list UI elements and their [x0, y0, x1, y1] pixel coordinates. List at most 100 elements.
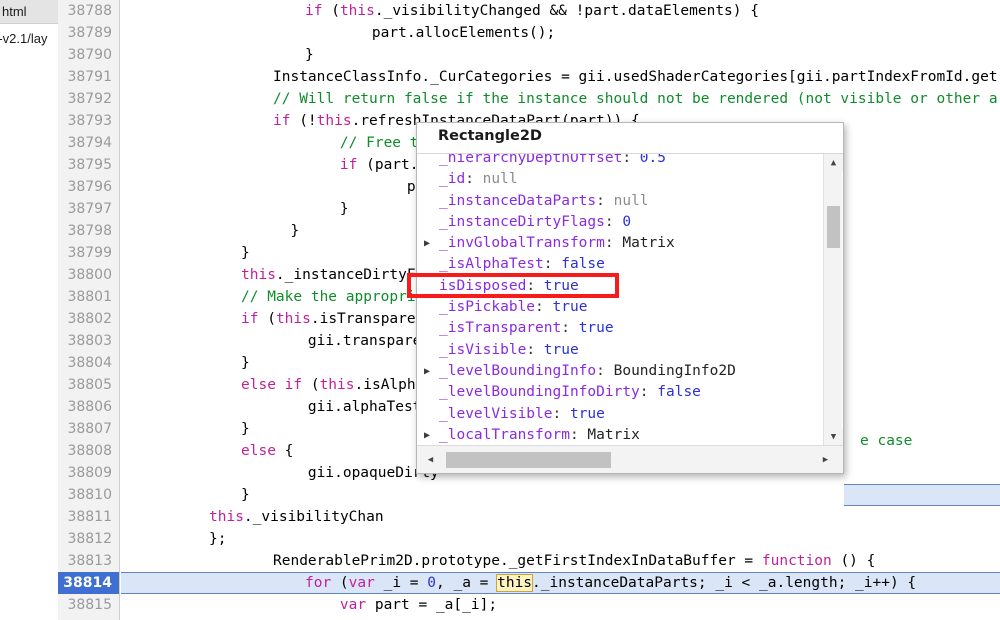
line-number[interactable]: 38796	[58, 176, 119, 198]
horizontal-scroll-thumb[interactable]	[446, 452, 611, 468]
code-line[interactable]: InstanceClassInfo._CurCategories = gii.u…	[121, 66, 1000, 88]
line-number[interactable]: 38797	[58, 198, 119, 220]
line-number[interactable]: 38808	[58, 440, 119, 462]
code-line[interactable]: }	[121, 44, 1000, 66]
property-separator: :	[622, 154, 640, 166]
property-value: Matrix	[622, 235, 675, 252]
line-number-current[interactable]: 38814	[58, 572, 119, 594]
property-row[interactable]: _instanceDataParts: null	[417, 191, 825, 212]
line-number[interactable]: 38798	[58, 220, 119, 242]
property-row[interactable]: _levelBoundingInfoDirty: false	[417, 382, 825, 403]
code-token-cmt: // Will return false if the instance sho…	[273, 91, 1000, 107]
property-key: _localTransform	[439, 426, 570, 443]
property-row[interactable]: _isAlphaTest: false	[417, 254, 825, 275]
property-row[interactable]: _levelVisible: true	[417, 404, 825, 425]
code-token-txt: }	[305, 201, 349, 217]
expand-triangle-icon[interactable]: ▶	[424, 425, 436, 445]
property-list[interactable]: _hierarchyDepthOffset: 0.5 _id: null _inst…	[417, 154, 825, 445]
property-row[interactable]: isDisposed: true	[417, 276, 825, 297]
line-number[interactable]: 38802	[58, 308, 119, 330]
property-value: true	[578, 320, 614, 337]
line-number[interactable]: 38792	[58, 88, 119, 110]
property-row[interactable]: ▶ _invGlobalTransform: Matrix	[417, 233, 825, 254]
property-row[interactable]: ▶ _levelBoundingInfo: BoundingInfo2D	[417, 361, 825, 382]
code-line[interactable]: part.allocElements();	[121, 22, 1000, 44]
property-separator: :	[552, 405, 570, 422]
code-line[interactable]: if (this._visibilityChanged && !part.dat…	[121, 0, 1000, 22]
code-line[interactable]: var part = _a[_i];	[121, 594, 1000, 616]
property-value: 0.5	[639, 154, 666, 166]
code-token-txt: (	[331, 575, 349, 591]
line-number[interactable]: 38816	[58, 616, 119, 620]
property-row[interactable]: _hierarchyDepthOffset: 0.5	[417, 154, 825, 169]
property-row[interactable]: _isPickable: true	[417, 297, 825, 318]
line-number-gutter[interactable]: 38788 38789 38790 38791 38792 38793 38794 38795…	[58, 0, 120, 620]
line-number[interactable]: 38800	[58, 264, 119, 286]
code-token-txt: ._instanceDataParts; _i < _a.length; _i+…	[532, 575, 917, 591]
line-number[interactable]: 38811	[58, 506, 119, 528]
code-token-this: this	[275, 311, 311, 327]
property-key: _isVisible	[439, 341, 527, 358]
code-token-kw: if	[273, 113, 291, 129]
object-inspector-popup[interactable]: Rectangle2D _hierarchyDepthOffset: 0.5 _i…	[416, 122, 844, 474]
line-number[interactable]: 38795	[58, 154, 119, 176]
line-number[interactable]: 38790	[58, 44, 119, 66]
scroll-left-arrow-icon[interactable]: ◀	[421, 450, 440, 469]
code-line[interactable]: if (part) {	[121, 616, 1000, 620]
line-number[interactable]: 38788	[58, 0, 119, 22]
property-row[interactable]: _id: null	[417, 169, 825, 190]
line-number[interactable]: 38815	[58, 594, 119, 616]
line-number[interactable]: 38806	[58, 396, 119, 418]
property-value: BoundingInfo2D	[613, 362, 736, 379]
code-line[interactable]: RenderablePrim2D.prototype._getFirstInde…	[121, 550, 1000, 572]
code-token-kw: function	[761, 553, 832, 569]
code-token-this: this	[319, 377, 355, 393]
expand-triangle-icon[interactable]: ▶	[424, 233, 436, 254]
popup-horizontal-scrollbar[interactable]: ◀ ▶	[417, 445, 843, 473]
code-line[interactable]: };	[121, 528, 1000, 550]
line-number[interactable]: 38803	[58, 330, 119, 352]
line-number[interactable]: 38789	[58, 22, 119, 44]
line-number[interactable]: 38801	[58, 286, 119, 308]
property-row[interactable]: _isTransparent: true	[417, 318, 825, 339]
expand-triangle-icon[interactable]: ▶	[424, 361, 436, 382]
code-token-txt: .isTranspare	[310, 311, 416, 327]
code-line[interactable]: // Will return false if the instance sho…	[121, 88, 1000, 110]
property-value: true	[543, 277, 579, 294]
vertical-scroll-thumb[interactable]	[827, 206, 840, 248]
code-token-kw: var	[305, 597, 367, 613]
code-line[interactable]: this._visibilityChan	[121, 506, 1000, 528]
scroll-right-arrow-icon[interactable]: ▶	[816, 450, 835, 469]
property-separator: :	[604, 235, 623, 252]
code-token-txt: ._visibilityChanged && !part.dataElement…	[374, 3, 759, 19]
property-key: isDisposed	[439, 277, 527, 294]
code-token-kw: var	[348, 575, 375, 591]
line-number[interactable]: 38791	[58, 66, 119, 88]
code-token-cmt: // Make the appropri	[241, 289, 416, 305]
property-separator: :	[543, 256, 562, 273]
property-row[interactable]: ▶ _localTransform: Matrix	[417, 425, 825, 445]
line-number[interactable]: 38812	[58, 528, 119, 550]
scroll-down-arrow-icon[interactable]: ▼	[824, 428, 843, 445]
property-row[interactable]: _instanceDirtyFlags: 0	[417, 212, 825, 233]
property-row[interactable]: _isVisible: true	[417, 340, 825, 361]
line-number[interactable]: 38804	[58, 352, 119, 374]
line-number[interactable]: 38809	[58, 462, 119, 484]
code-token-txt: }	[305, 47, 314, 63]
line-number[interactable]: 38794	[58, 132, 119, 154]
line-number[interactable]: 38805	[58, 374, 119, 396]
line-number[interactable]: 38793	[58, 110, 119, 132]
property-value: true	[543, 341, 579, 358]
left-panel-strip: html r-v2.1/lay	[0, 0, 58, 620]
code-line-current[interactable]: for (var _i = 0, _a = this._instanceData…	[121, 572, 1000, 594]
scroll-up-arrow-icon[interactable]: ▲	[824, 154, 843, 171]
line-number[interactable]: 38799	[58, 242, 119, 264]
code-token-txt: InstanceClassInfo._CurCategories = gii.u…	[273, 69, 1000, 85]
popup-vertical-scrollbar[interactable]: ▲ ▼	[823, 154, 843, 445]
line-number[interactable]: 38807	[58, 418, 119, 440]
line-number[interactable]: 38810	[58, 484, 119, 506]
code-token-kw: if	[305, 157, 358, 173]
property-value: 0	[622, 213, 632, 230]
code-token-this: this	[209, 509, 244, 525]
line-number[interactable]: 38813	[58, 550, 119, 572]
